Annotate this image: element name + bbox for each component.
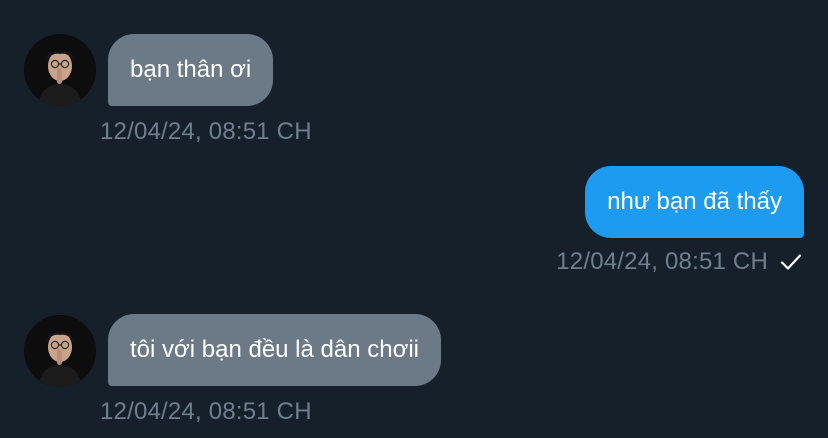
sender-avatar[interactable]: [24, 34, 96, 106]
checkmark-icon: [780, 254, 802, 270]
message-timestamp: 12/04/24, 08:51 CH: [556, 248, 768, 275]
message-timestamp: 12/04/24, 08:51 CH: [100, 118, 312, 145]
sender-avatar[interactable]: [24, 315, 96, 387]
message-bubble-incoming[interactable]: tôi với bạn đều là dân chơii: [108, 314, 441, 386]
avatar-photo-icon: [24, 315, 96, 387]
avatar-photo-icon: [24, 34, 96, 106]
message-text: bạn thân ơi: [130, 56, 252, 83]
message-text: tôi với bạn đều là dân chơii: [130, 336, 419, 363]
message-bubble-outgoing[interactable]: như bạn đã thấy: [585, 166, 804, 238]
message-timestamp: 12/04/24, 08:51 CH: [100, 398, 312, 425]
message-text: như bạn đã thấy: [607, 188, 782, 215]
message-bubble-incoming[interactable]: bạn thân ơi: [108, 34, 274, 106]
message-meta-outgoing: 12/04/24, 08:51 CH: [556, 248, 802, 276]
